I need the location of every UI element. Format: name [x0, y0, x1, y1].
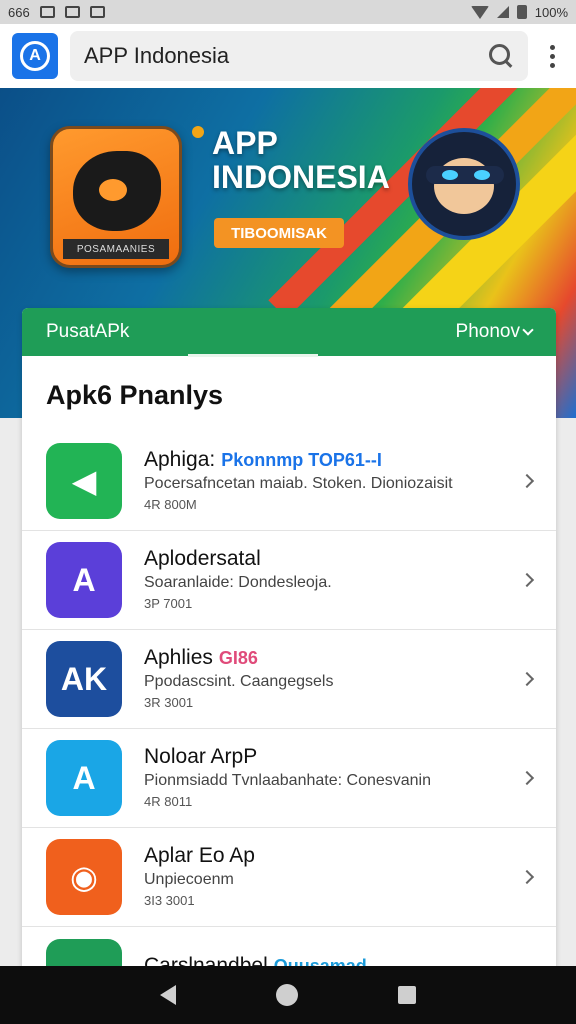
app-text: Aplodersatal Soaranlaide: Dondesleoja. 3…: [144, 546, 514, 614]
chevron-down-icon: [522, 324, 534, 336]
app-description: Pionmsiadd Tvnlaabanhate: Conesvanin: [144, 772, 432, 789]
system-nav-bar: [0, 966, 576, 1024]
app-icon: AK: [46, 641, 122, 717]
app-description: Ppodascsint. Caangegsels: [144, 673, 334, 690]
notification-icon: [64, 6, 80, 18]
chevron-right-icon[interactable]: [519, 770, 535, 786]
chevron-right-icon[interactable]: [519, 671, 535, 687]
app-text: Aphiga: Pkonnmp TOP61--I Pocersafncetan m…: [144, 447, 514, 515]
app-name: Aplodersatal: [144, 546, 514, 572]
search-input[interactable]: APP Indonesia: [84, 43, 488, 69]
section-title: Apk6 Pnanlys: [46, 380, 224, 410]
app-icon: ◉: [46, 839, 122, 915]
app-meta: 4R 800M: [144, 497, 197, 512]
chevron-right-icon[interactable]: [519, 869, 535, 885]
app-meta: 3I3 3001: [144, 893, 195, 908]
app-meta: 3R 3001: [144, 695, 194, 710]
home-icon[interactable]: [276, 984, 298, 1006]
app-icon: A: [46, 740, 122, 816]
app-icon-glyph: A: [72, 561, 96, 598]
app-description: Pocersafncetan maiab. Stoken. Dioniozais…: [144, 475, 453, 492]
app-list-item[interactable]: A Aplodersatal Soaranlaide: Dondesleoja.…: [22, 531, 556, 630]
app-name: Aplar Eo Ap: [144, 843, 514, 869]
promo-app-icon: POSAMAANIES: [50, 126, 182, 268]
app-text: Noloar ArpP Pionmsiadd Tvnlaabanhate: Co…: [144, 744, 514, 812]
promo-title: APP INDONESIA: [212, 126, 390, 194]
more-options-icon[interactable]: [540, 44, 564, 68]
app-icon: ◀: [46, 443, 122, 519]
app-list-item[interactable]: ◉ Aplar Eo Ap Unpiecoenm 3I3 3001: [22, 828, 556, 927]
battery-icon: [516, 5, 527, 19]
app-icon-glyph: ◉: [70, 859, 98, 895]
search-bar[interactable]: APP Indonesia: [70, 31, 528, 81]
app-name: Aphiga: Pkonnmp TOP61--I: [144, 447, 514, 473]
app-icon-glyph: ◀: [71, 463, 97, 499]
app-text: Aphlies GI86 Ppodascsint. Caangegsels 3R …: [144, 645, 514, 713]
app-name-label: Aphiga:: [144, 448, 216, 471]
app-list-card: PusatAPk Phonov Apk6 Pnanlys ◀ Aphiga: Pk…: [22, 308, 556, 988]
signal-icon: [496, 6, 509, 18]
app-name: Noloar ArpP: [144, 744, 514, 770]
back-icon[interactable]: [160, 985, 176, 1005]
status-bar: 666 100%: [0, 0, 576, 24]
app-text: Aplar Eo Ap Unpiecoenm 3I3 3001: [144, 843, 514, 911]
promo-title-line1: APP: [212, 125, 278, 161]
promo-title-line2: INDONESIA: [212, 159, 390, 195]
app-badge: GI86: [218, 648, 258, 668]
app-list-item[interactable]: AK Aphlies GI86 Ppodascsint. Caangegsels …: [22, 630, 556, 729]
app-logo-icon[interactable]: A: [12, 33, 58, 79]
app-name-label: Aplar Eo Ap: [144, 844, 255, 867]
recents-icon[interactable]: [398, 986, 416, 1004]
app-meta: 4R 8011: [144, 794, 193, 809]
app-icon-glyph: AK: [60, 660, 108, 697]
app-name-label: Noloar ArpP: [144, 745, 258, 768]
app-list-item[interactable]: ◀ Aphiga: Pkonnmp TOP61--I Pocersafncetan…: [22, 432, 556, 531]
app-name: Aphlies GI86: [144, 645, 514, 671]
promo-dot-icon: [192, 126, 204, 138]
battery-percent: 100%: [534, 4, 568, 20]
chevron-right-icon[interactable]: [519, 572, 535, 588]
status-left-text: 666: [8, 4, 30, 20]
app-badge: Pkonnmp TOP61--I: [221, 450, 382, 470]
tab-pusatapk[interactable]: PusatAPk: [46, 321, 129, 343]
app-icon-glyph: A: [72, 759, 96, 796]
mascot-icon: [408, 128, 520, 240]
app-icon: A: [46, 542, 122, 618]
tab-indicator: [188, 354, 318, 357]
search-icon[interactable]: [488, 43, 514, 69]
app-bar: A APP Indonesia: [0, 24, 576, 88]
app-description: Unpiecoenm: [144, 871, 234, 888]
dropdown-label: Phonov: [455, 321, 520, 342]
chevron-right-icon[interactable]: [519, 473, 535, 489]
promo-button[interactable]: TIBOOMISAK: [214, 218, 344, 248]
notification-icon: [39, 6, 55, 18]
app-list-item[interactable]: A Noloar ArpP Pionmsiadd Tvnlaabanhate: …: [22, 729, 556, 828]
app-meta: 3P 7001: [144, 596, 193, 611]
app-name-label: Aplodersatal: [144, 547, 261, 570]
app-list: ◀ Aphiga: Pkonnmp TOP61--I Pocersafncetan…: [22, 432, 556, 988]
phone-dropdown[interactable]: Phonov: [455, 321, 534, 343]
notification-icon: [89, 6, 105, 18]
app-name-label: Aphlies: [144, 646, 213, 669]
app-description: Soaranlaide: Dondesleoja.: [144, 574, 332, 591]
wifi-icon: [470, 5, 489, 19]
card-header: PusatAPk Phonov: [22, 308, 556, 356]
promo-icon-caption: POSAMAANIES: [63, 239, 169, 259]
